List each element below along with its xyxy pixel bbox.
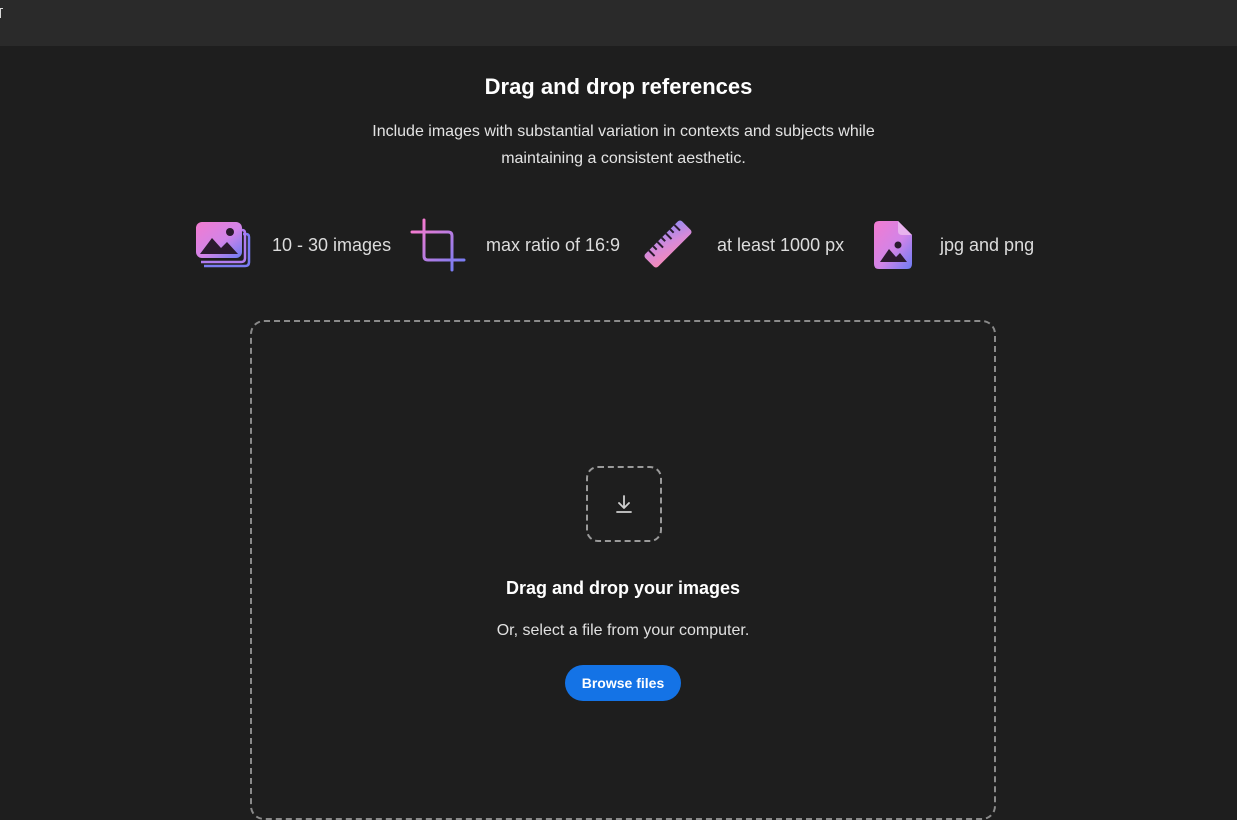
ruler-icon	[644, 220, 692, 268]
upload-references-panel: Drag and drop references Include images …	[0, 46, 1237, 820]
window-corner-mark	[0, 8, 3, 18]
requirement-resolution: at least 1000 px	[642, 218, 844, 272]
top-bar	[0, 0, 1237, 46]
requirement-ratio: max ratio of 16:9	[410, 218, 620, 272]
requirement-label: at least 1000 px	[717, 234, 845, 255]
requirement-label: max ratio of 16:9	[486, 234, 621, 255]
dropzone-title: Drag and drop your images	[505, 578, 741, 598]
image-stack-icon	[196, 222, 251, 268]
download-icon	[616, 495, 632, 513]
upload-drop-target	[586, 466, 662, 542]
requirement-image-count: 10 - 30 images	[194, 218, 391, 272]
image-dropzone[interactable]: Drag and drop your images Or, select a f…	[250, 320, 996, 820]
crop-icon	[410, 218, 466, 272]
requirement-label: 10 - 30 images	[272, 234, 392, 255]
requirement-format: jpg and png	[868, 218, 1034, 272]
page-subtitle: Include images with substantial variatio…	[372, 123, 875, 167]
dropzone-subtitle: Or, select a file from your computer.	[496, 622, 750, 639]
page-title: Drag and drop references	[484, 74, 753, 99]
image-file-icon	[874, 221, 912, 269]
browse-files-button[interactable]: Browse files	[565, 665, 681, 701]
requirement-label: jpg and png	[940, 234, 1035, 255]
